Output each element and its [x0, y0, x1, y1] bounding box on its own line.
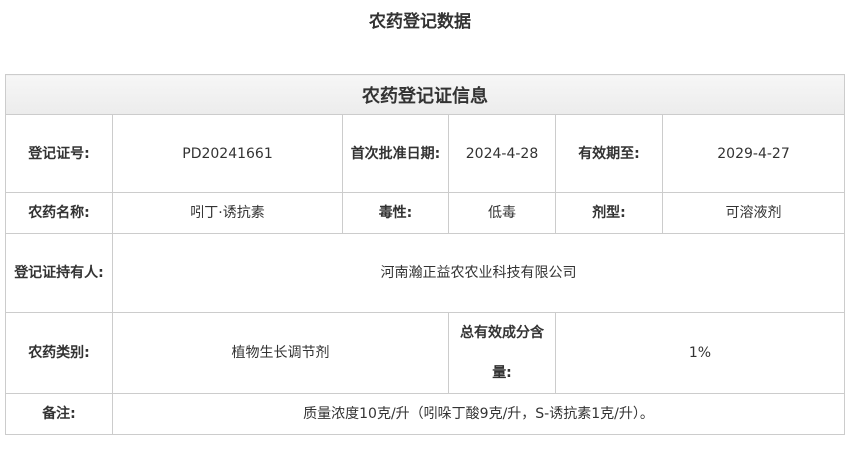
- holder-value: 河南瀚正益农农业科技有限公司: [112, 233, 845, 313]
- toxicity-label: 毒性:: [342, 192, 449, 234]
- table-row: 备注: 质量浓度10克/升（吲哚丁酸9克/升，S-诱抗素1克/升）。: [5, 393, 845, 435]
- table-row: 登记证持有人: 河南瀚正益农农业科技有限公司: [5, 233, 845, 313]
- category-label: 农药类别:: [5, 312, 113, 394]
- valid-until-value: 2029-4-27: [662, 114, 845, 193]
- table-row: 登记证号: PD20241661 首次批准日期: 2024-4-28 有效期至:…: [5, 114, 845, 193]
- registration-info-table: 农药登记证信息 登记证号: PD20241661 首次批准日期: 2024-4-…: [5, 74, 845, 435]
- page-title: 农药登记数据: [369, 12, 471, 32]
- cert-no-value: PD20241661: [112, 114, 343, 193]
- cert-no-label: 登记证号:: [5, 114, 113, 193]
- pesticide-name-value: 吲丁·诱抗素: [112, 192, 343, 234]
- total-content-label: 总有效成分含量:: [448, 312, 556, 394]
- remark-value: 质量浓度10克/升（吲哚丁酸9克/升，S-诱抗素1克/升）。: [112, 393, 845, 435]
- table-row: 农药名称: 吲丁·诱抗素 毒性: 低毒 剂型: 可溶液剂: [5, 192, 845, 234]
- formulation-label: 剂型:: [555, 192, 663, 234]
- table-caption: 农药登记证信息: [5, 74, 845, 115]
- first-approval-value: 2024-4-28: [448, 114, 556, 193]
- category-value: 植物生长调节剂: [112, 312, 449, 394]
- total-content-value: 1%: [555, 312, 845, 394]
- toxicity-value: 低毒: [448, 192, 556, 234]
- remark-label: 备注:: [5, 393, 113, 435]
- valid-until-label: 有效期至:: [555, 114, 663, 193]
- holder-label: 登记证持有人:: [5, 233, 113, 313]
- formulation-value: 可溶液剂: [662, 192, 845, 234]
- table-row: 农药类别: 植物生长调节剂 总有效成分含量: 1%: [5, 312, 845, 394]
- first-approval-label: 首次批准日期:: [342, 114, 449, 193]
- pesticide-name-label: 农药名称:: [5, 192, 113, 234]
